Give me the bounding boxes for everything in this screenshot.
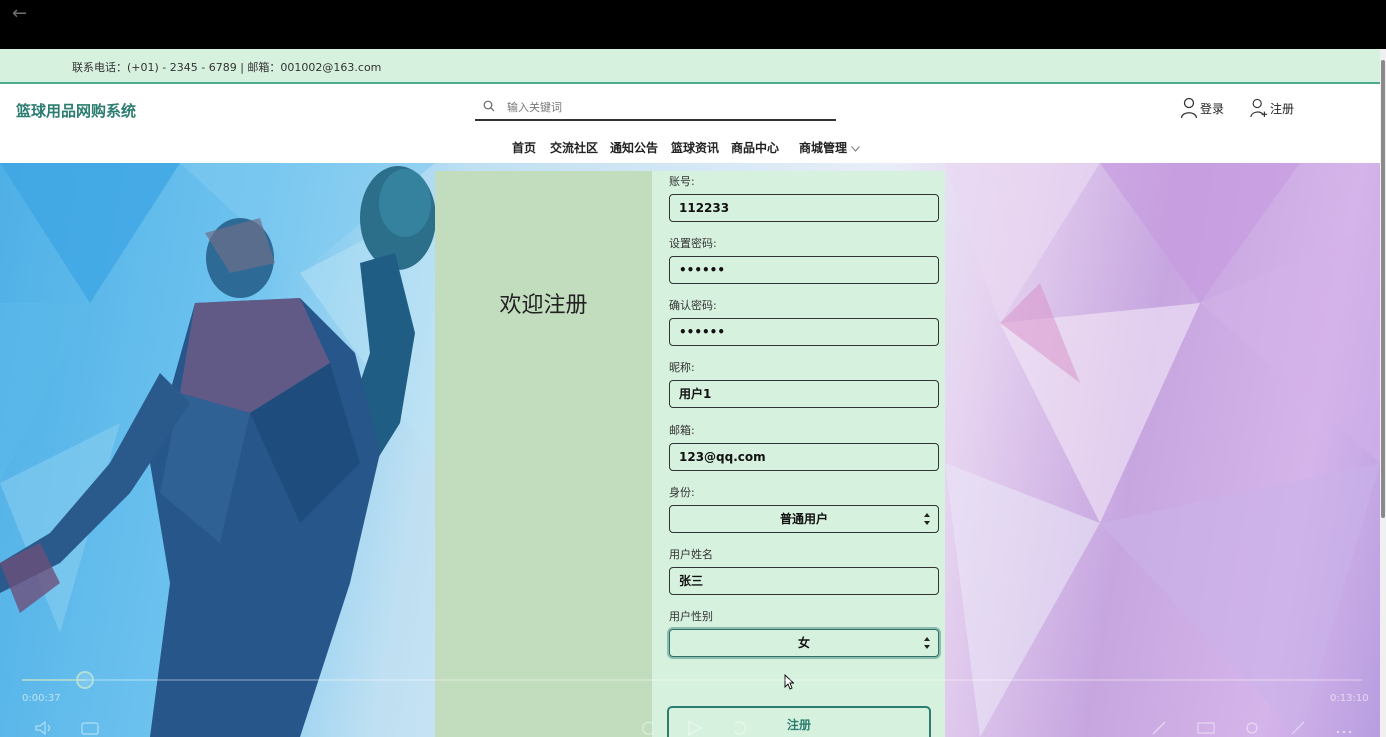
gender-label: 用户性别	[669, 610, 713, 623]
gender-select[interactable]: 女	[669, 629, 939, 657]
register-link[interactable]: 注册	[1250, 96, 1294, 120]
search-box	[475, 96, 836, 121]
contact-info: 联系电话：(+01) - 2345 - 6789 | 邮箱：001002@163…	[72, 61, 382, 74]
password-input[interactable]: ••••••	[669, 256, 939, 284]
register-form-panel: 欢迎注册 账号: 112233 设置密码: •••••• 确认密码: •••••…	[435, 171, 945, 737]
forward-icon[interactable]	[730, 720, 750, 736]
contact-bar: 联系电话：(+01) - 2345 - 6789 | 邮箱：001002@163…	[0, 49, 1380, 84]
role-select-value: 普通用户	[779, 512, 828, 526]
back-arrow-icon[interactable]: ←	[12, 5, 27, 23]
role-label: 身份:	[669, 486, 695, 499]
page-scrollbar-thumb[interactable]	[1381, 60, 1385, 518]
mouse-cursor-icon	[784, 674, 794, 690]
nav-item-news[interactable]: 篮球资讯	[671, 139, 719, 156]
video-progress-track[interactable]	[22, 679, 1362, 681]
nav-item-notices[interactable]: 通知公告	[610, 139, 658, 156]
account-label: 账号:	[669, 175, 695, 188]
login-label: 登录	[1200, 101, 1225, 116]
account-input[interactable]: 112233	[669, 194, 939, 222]
select-arrows-icon	[924, 513, 930, 525]
subtitle-icon[interactable]	[80, 720, 100, 736]
email-input[interactable]: 123@qq.com	[669, 443, 939, 471]
nav-item-mall-admin[interactable]: 商城管理	[799, 139, 860, 156]
rewind-icon[interactable]	[638, 720, 658, 736]
video-total-time: 0:13:10	[1330, 693, 1369, 704]
main-nav: 首页 交流社区 通知公告 篮球资讯 商品中心 商城管理	[0, 139, 1380, 161]
confirm-password-label: 确认密码:	[669, 299, 717, 312]
register-label: 注册	[1270, 101, 1295, 116]
gender-select-value: 女	[797, 636, 810, 650]
role-select[interactable]: 普通用户	[669, 505, 939, 533]
settings-icon[interactable]	[1242, 720, 1262, 736]
video-current-time: 0:00:37	[22, 693, 61, 704]
search-input[interactable]	[507, 98, 827, 116]
chevron-down-icon	[851, 145, 860, 152]
login-link[interactable]: 登录	[1180, 96, 1224, 120]
nav-item-community[interactable]: 交流社区	[550, 139, 598, 156]
real-name-input[interactable]: 张三	[669, 567, 939, 595]
search-icon[interactable]	[483, 100, 495, 112]
welcome-panel: 欢迎注册	[435, 171, 652, 737]
nav-item-products[interactable]: 商品中心	[731, 139, 779, 156]
nav-item-mall-admin-label: 商城管理	[799, 141, 848, 155]
web-page: 联系电话：(+01) - 2345 - 6789 | 邮箱：001002@163…	[0, 49, 1380, 737]
play-icon[interactable]	[684, 720, 704, 736]
user-add-icon	[1250, 98, 1268, 118]
more-options-icon[interactable]	[1334, 720, 1354, 736]
nav-item-home[interactable]: 首页	[512, 139, 536, 156]
pen-icon[interactable]	[1150, 720, 1170, 736]
register-submit-button[interactable]: 注册	[667, 706, 931, 737]
site-header: 篮球用品网购系统 登录 注册 首页	[0, 86, 1380, 163]
real-name-label: 用户姓名	[669, 548, 713, 561]
nickname-input[interactable]: 用户1	[669, 380, 939, 408]
nickname-label: 昵称:	[669, 361, 695, 374]
exit-fullscreen-icon[interactable]	[1288, 720, 1308, 736]
user-icon	[1180, 97, 1198, 119]
site-title[interactable]: 篮球用品网购系统	[16, 100, 136, 121]
password-label: 设置密码:	[669, 237, 717, 250]
volume-icon[interactable]	[34, 720, 54, 736]
email-label: 邮箱:	[669, 424, 695, 437]
screen-icon[interactable]	[1196, 720, 1216, 736]
confirm-password-input[interactable]: ••••••	[669, 318, 939, 346]
welcome-title: 欢迎注册	[499, 293, 588, 318]
player-top-bar: ←	[0, 0, 1386, 49]
banner-background: 欢迎注册 账号: 112233 设置密码: •••••• 确认密码: •••••…	[0, 163, 1380, 737]
register-form: 账号: 112233 设置密码: •••••• 确认密码: •••••• 昵称:…	[652, 171, 945, 737]
select-arrows-icon	[924, 637, 930, 649]
video-progress-knob[interactable]	[75, 671, 94, 689]
